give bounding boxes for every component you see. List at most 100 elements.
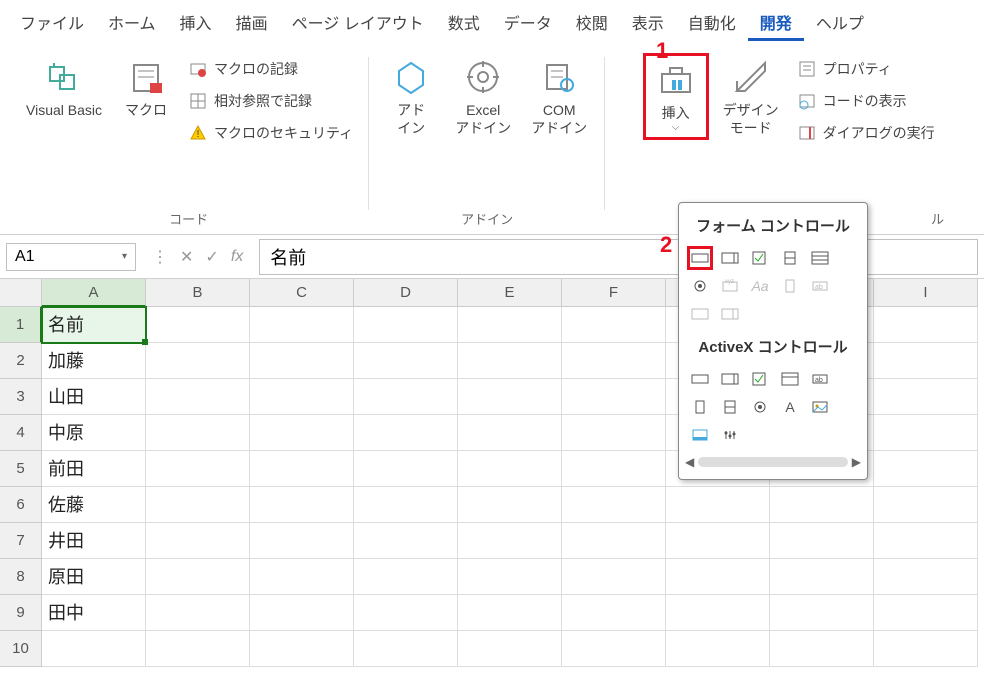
button-control-icon[interactable] xyxy=(687,246,713,270)
cell[interactable] xyxy=(250,451,354,487)
cell[interactable] xyxy=(874,487,978,523)
cell[interactable] xyxy=(770,559,874,595)
cell[interactable]: 加藤 xyxy=(42,343,146,379)
cell[interactable] xyxy=(146,487,250,523)
menu-ページ レイアウト[interactable]: ページ レイアウト xyxy=(280,6,436,41)
run-dialog-button[interactable]: ダイアログの実行 xyxy=(793,121,939,145)
cell[interactable]: 佐藤 xyxy=(42,487,146,523)
cell[interactable] xyxy=(42,631,146,667)
spinner-control-icon[interactable] xyxy=(777,246,803,270)
cell[interactable] xyxy=(146,523,250,559)
cell[interactable] xyxy=(562,451,666,487)
menu-データ[interactable]: データ xyxy=(492,6,564,41)
menu-ヘルプ[interactable]: ヘルプ xyxy=(804,6,876,41)
menu-開発[interactable]: 開発 xyxy=(748,6,804,41)
checkbox-control-icon[interactable] xyxy=(747,246,773,270)
cell[interactable] xyxy=(874,415,978,451)
cell[interactable] xyxy=(666,559,770,595)
cell[interactable] xyxy=(874,343,978,379)
formula-input[interactable]: 名前 xyxy=(259,239,978,275)
row-header-5[interactable]: 5 xyxy=(0,451,42,487)
cell[interactable] xyxy=(250,379,354,415)
dropdown-scrollbar[interactable]: ◀ ▶ xyxy=(679,451,867,473)
cell[interactable] xyxy=(146,415,250,451)
cell[interactable] xyxy=(562,523,666,559)
properties-button[interactable]: プロパティ xyxy=(793,57,939,81)
cell[interactable] xyxy=(874,451,978,487)
ax-checkbox-icon[interactable] xyxy=(747,367,773,391)
enter-icon[interactable]: ✓ xyxy=(201,247,222,267)
ax-listbox-icon[interactable] xyxy=(777,367,803,391)
cell[interactable] xyxy=(874,595,978,631)
cell[interactable] xyxy=(458,379,562,415)
select-all-corner[interactable] xyxy=(0,279,42,307)
design-mode-button[interactable]: デザイン モード xyxy=(717,53,785,141)
cell[interactable] xyxy=(874,379,978,415)
cell[interactable] xyxy=(458,307,562,343)
menu-自動化[interactable]: 自動化 xyxy=(676,6,748,41)
ax-option-icon[interactable] xyxy=(747,395,773,419)
cell[interactable] xyxy=(666,595,770,631)
ax-image-icon[interactable] xyxy=(807,395,833,419)
cell[interactable] xyxy=(250,595,354,631)
cell[interactable] xyxy=(354,343,458,379)
cell[interactable] xyxy=(250,559,354,595)
cell[interactable] xyxy=(146,379,250,415)
cell[interactable] xyxy=(874,523,978,559)
row-header-4[interactable]: 4 xyxy=(0,415,42,451)
combo-control-icon[interactable] xyxy=(687,302,713,326)
record-macro-button[interactable]: マクロの記録 xyxy=(184,57,357,81)
menu-dots-icon[interactable]: ⋮ xyxy=(148,247,172,267)
row-header-1[interactable]: 1 xyxy=(0,307,42,343)
cell[interactable] xyxy=(562,487,666,523)
row-header-3[interactable]: 3 xyxy=(0,379,42,415)
cell[interactable] xyxy=(354,415,458,451)
cell[interactable] xyxy=(354,523,458,559)
cell[interactable] xyxy=(250,307,354,343)
cell[interactable] xyxy=(146,307,250,343)
row-header-10[interactable]: 10 xyxy=(0,631,42,667)
menu-描画[interactable]: 描画 xyxy=(224,6,280,41)
menu-校閲[interactable]: 校閲 xyxy=(564,6,620,41)
option-control-icon[interactable] xyxy=(687,274,713,298)
cell[interactable] xyxy=(458,595,562,631)
menu-数式[interactable]: 数式 xyxy=(436,6,492,41)
col-header-C[interactable]: C xyxy=(250,279,354,307)
row-header-7[interactable]: 7 xyxy=(0,523,42,559)
col-header-I[interactable]: I xyxy=(874,279,978,307)
cell[interactable] xyxy=(146,343,250,379)
cell[interactable] xyxy=(250,523,354,559)
cell[interactable]: 田中 xyxy=(42,595,146,631)
cell[interactable] xyxy=(250,343,354,379)
cell[interactable] xyxy=(250,631,354,667)
cell[interactable] xyxy=(354,487,458,523)
cell[interactable] xyxy=(874,631,978,667)
cell[interactable] xyxy=(874,307,978,343)
cell[interactable] xyxy=(354,631,458,667)
menu-表示[interactable]: 表示 xyxy=(620,6,676,41)
dropdown-control-icon[interactable] xyxy=(717,302,743,326)
menu-ファイル[interactable]: ファイル xyxy=(8,6,96,41)
visual-basic-button[interactable]: Visual Basic xyxy=(20,53,108,123)
label-control-icon[interactable]: Aa xyxy=(747,274,773,298)
macro-button[interactable]: マクロ xyxy=(116,53,176,123)
cell[interactable]: 井田 xyxy=(42,523,146,559)
col-header-A[interactable]: A xyxy=(42,279,146,307)
ax-textbox-icon[interactable]: ab xyxy=(807,367,833,391)
combobox-control-icon[interactable] xyxy=(717,246,743,270)
cell[interactable] xyxy=(666,523,770,559)
cell[interactable] xyxy=(562,307,666,343)
ax-button-icon[interactable] xyxy=(687,367,713,391)
cell[interactable] xyxy=(458,559,562,595)
cancel-icon[interactable]: ✕ xyxy=(176,247,197,267)
cell[interactable] xyxy=(354,451,458,487)
cell[interactable] xyxy=(458,487,562,523)
ax-scrollbar-icon[interactable] xyxy=(687,395,713,419)
cell[interactable] xyxy=(562,415,666,451)
col-header-B[interactable]: B xyxy=(146,279,250,307)
cell[interactable] xyxy=(770,523,874,559)
cell[interactable] xyxy=(458,343,562,379)
relative-ref-button[interactable]: 相対参照で記録 xyxy=(184,89,357,113)
cell[interactable] xyxy=(666,487,770,523)
groupbox-control-icon[interactable]: xyz xyxy=(717,274,743,298)
